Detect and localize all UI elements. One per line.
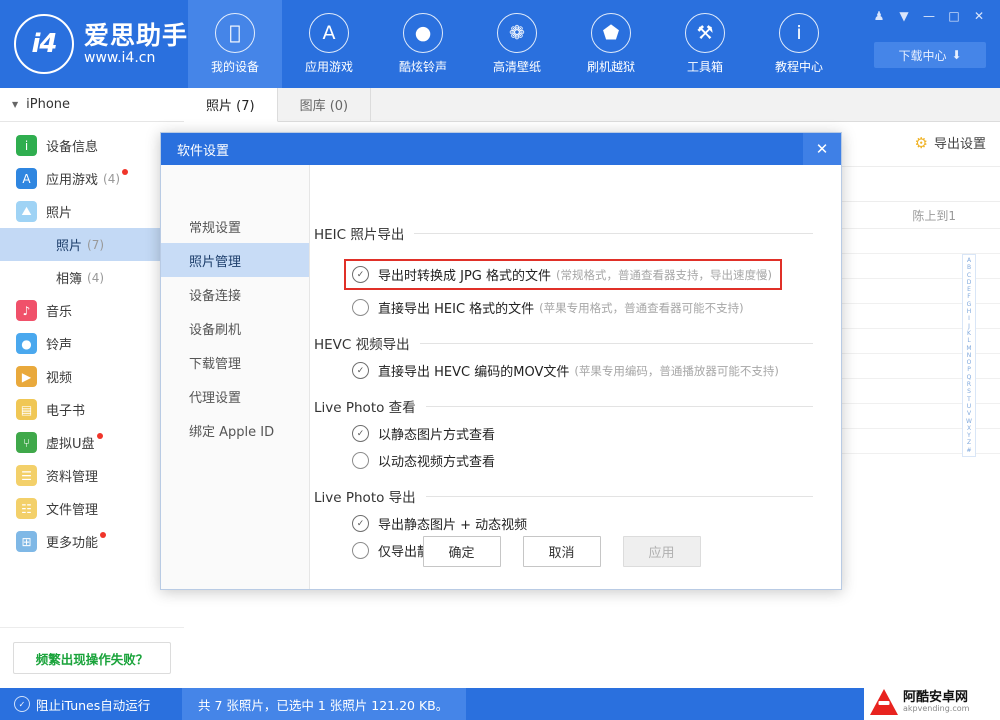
group-title-row: Live Photo 导出 (314, 486, 813, 506)
option-row-0-1[interactable]: 直接导出 HEIC 格式的文件 (苹果专用格式，普通查看器可能不支持) (352, 298, 813, 317)
settings-groups: HEIC 照片导出 ✓ 导出时转换成 JPG 格式的文件 (常规格式，普通查看器支持，… (314, 223, 841, 560)
divider (425, 495, 813, 497)
group-title-row: HEIC 照片导出 (314, 223, 813, 243)
radio-checked-icon[interactable]: ✓ (352, 425, 369, 442)
dialog-nav-item-1[interactable]: 照片管理 (161, 243, 309, 277)
dialog-nav-item-2[interactable]: 设备连接 (161, 277, 309, 311)
dialog-title: 软件设置 (177, 143, 230, 159)
radio-unchecked-icon[interactable] (352, 452, 369, 469)
dialog-nav-item-4[interactable]: 下载管理 (161, 345, 309, 379)
option-row-2-1[interactable]: 以动态视频方式查看 (352, 451, 813, 470)
option-row-3-0[interactable]: ✓ 导出静态图片 + 动态视频 (352, 514, 813, 533)
option-row-2-0[interactable]: ✓ 以静态图片方式查看 (352, 424, 813, 443)
group-title-row: HEVC 视频导出 (314, 333, 813, 353)
option-hint: (常规格式，普通查看器支持，导出速度慢) (556, 267, 772, 282)
apply-button: 应用 (622, 536, 701, 567)
dialog-nav-item-6[interactable]: 绑定 Apple ID (161, 413, 309, 447)
dialog-footer: 确定 取消 应用 (310, 536, 841, 567)
status-bar: ✓ 阻止iTunes自动运行 共 7 张照片，已选中 1 张照片 121.20 … (0, 688, 1000, 720)
settings-group-0: HEIC 照片导出 ✓ 导出时转换成 JPG 格式的文件 (常规格式，普通查看器支持，… (314, 223, 841, 317)
divider (419, 342, 813, 344)
option-label: 以静态图片方式查看 (378, 428, 496, 443)
settings-group-1: HEVC 视频导出 ✓ 直接导出 HEVC 编码的MOV文件 (苹果专用编码，普通播放… (314, 333, 841, 380)
status-info: 共 7 张照片，已选中 1 张照片 121.20 KB。 (182, 688, 467, 720)
dialog-title-bar: 软件设置 ✕ (161, 133, 841, 165)
close-icon[interactable]: ✕ (803, 133, 841, 165)
radio-unchecked-icon[interactable] (352, 299, 369, 316)
group-title: HEVC 视频导出 (314, 337, 410, 353)
check-icon: ✓ (14, 696, 30, 712)
option-hint: (苹果专用格式，普通查看器可能不支持) (539, 300, 744, 315)
group-title: Live Photo 导出 (314, 490, 416, 506)
radio-checked-icon[interactable]: ✓ (352, 515, 369, 532)
settings-group-2: Live Photo 查看 ✓ 以静态图片方式查看 以动态视频方式查看 (314, 396, 841, 470)
radio-checked-icon[interactable]: ✓ (352, 362, 369, 379)
block-itunes-label: 阻止iTunes自动运行 (36, 697, 151, 713)
dialog-nav: 常规设置 照片管理 设备连接 设备刷机 下载管理 代理设置 绑定 Apple ID (161, 165, 310, 589)
divider (425, 405, 813, 407)
watermark-cn: 阿酷安卓网 (903, 689, 969, 705)
dialog-body: 常规设置 照片管理 设备连接 设备刷机 下载管理 代理设置 绑定 Apple ID HEIC… (161, 165, 841, 589)
group-title-row: Live Photo 查看 (314, 396, 813, 416)
watermark-en: akpvending.com (903, 703, 970, 713)
radio-checked-icon[interactable]: ✓ (352, 266, 369, 283)
option-label: 以动态视频方式查看 (378, 455, 496, 470)
android-logo-icon (870, 689, 898, 715)
watermark: 阿酷安卓网 akpvending.com (864, 684, 1000, 720)
app-window: i4 爱思助手 www.i4.cn 我的设备A应用游戏●酷炫铃声❁高清壁纸⬟刷… (0, 0, 1000, 720)
group-title: HEIC 照片导出 (314, 227, 405, 243)
option-label: 导出静态图片 + 动态视频 (378, 518, 528, 533)
dialog-nav-item-3[interactable]: 设备刷机 (161, 311, 309, 345)
dialog-nav-item-5[interactable]: 代理设置 (161, 379, 309, 413)
option-hint: (苹果专用编码，普通播放器可能不支持) (574, 363, 779, 378)
option-label: 导出时转换成 JPG 格式的文件 (378, 269, 552, 284)
option-label: 直接导出 HEIC 格式的文件 (378, 302, 535, 317)
watermark-text: 阿酷安卓网 akpvending.com (903, 691, 969, 713)
cancel-button[interactable]: 取消 (522, 536, 601, 567)
dialog-content: HEIC 照片导出 ✓ 导出时转换成 JPG 格式的文件 (常规格式，普通查看器支持，… (310, 165, 841, 589)
divider (414, 232, 813, 234)
dialog-nav-item-0[interactable]: 常规设置 (161, 209, 309, 243)
settings-dialog: 软件设置 ✕ 常规设置 照片管理 设备连接 设备刷机 下载管理 代理设置 绑定 Apple … (160, 132, 842, 590)
option-label: 直接导出 HEVC 编码的MOV文件 (378, 365, 570, 380)
block-itunes-checkbox[interactable]: ✓ 阻止iTunes自动运行 (0, 695, 182, 714)
option-row-0-0[interactable]: ✓ 导出时转换成 JPG 格式的文件 (常规格式，普通查看器支持，导出速度慢) (344, 259, 782, 290)
highlight-wrap: ✓ 导出时转换成 JPG 格式的文件 (常规格式，普通查看器支持，导出速度慢) (314, 251, 813, 290)
group-title: Live Photo 查看 (314, 400, 416, 416)
option-row-1-0[interactable]: ✓ 直接导出 HEVC 编码的MOV文件 (苹果专用编码，普通播放器可能不支持) (352, 361, 813, 380)
ok-button[interactable]: 确定 (422, 536, 501, 567)
